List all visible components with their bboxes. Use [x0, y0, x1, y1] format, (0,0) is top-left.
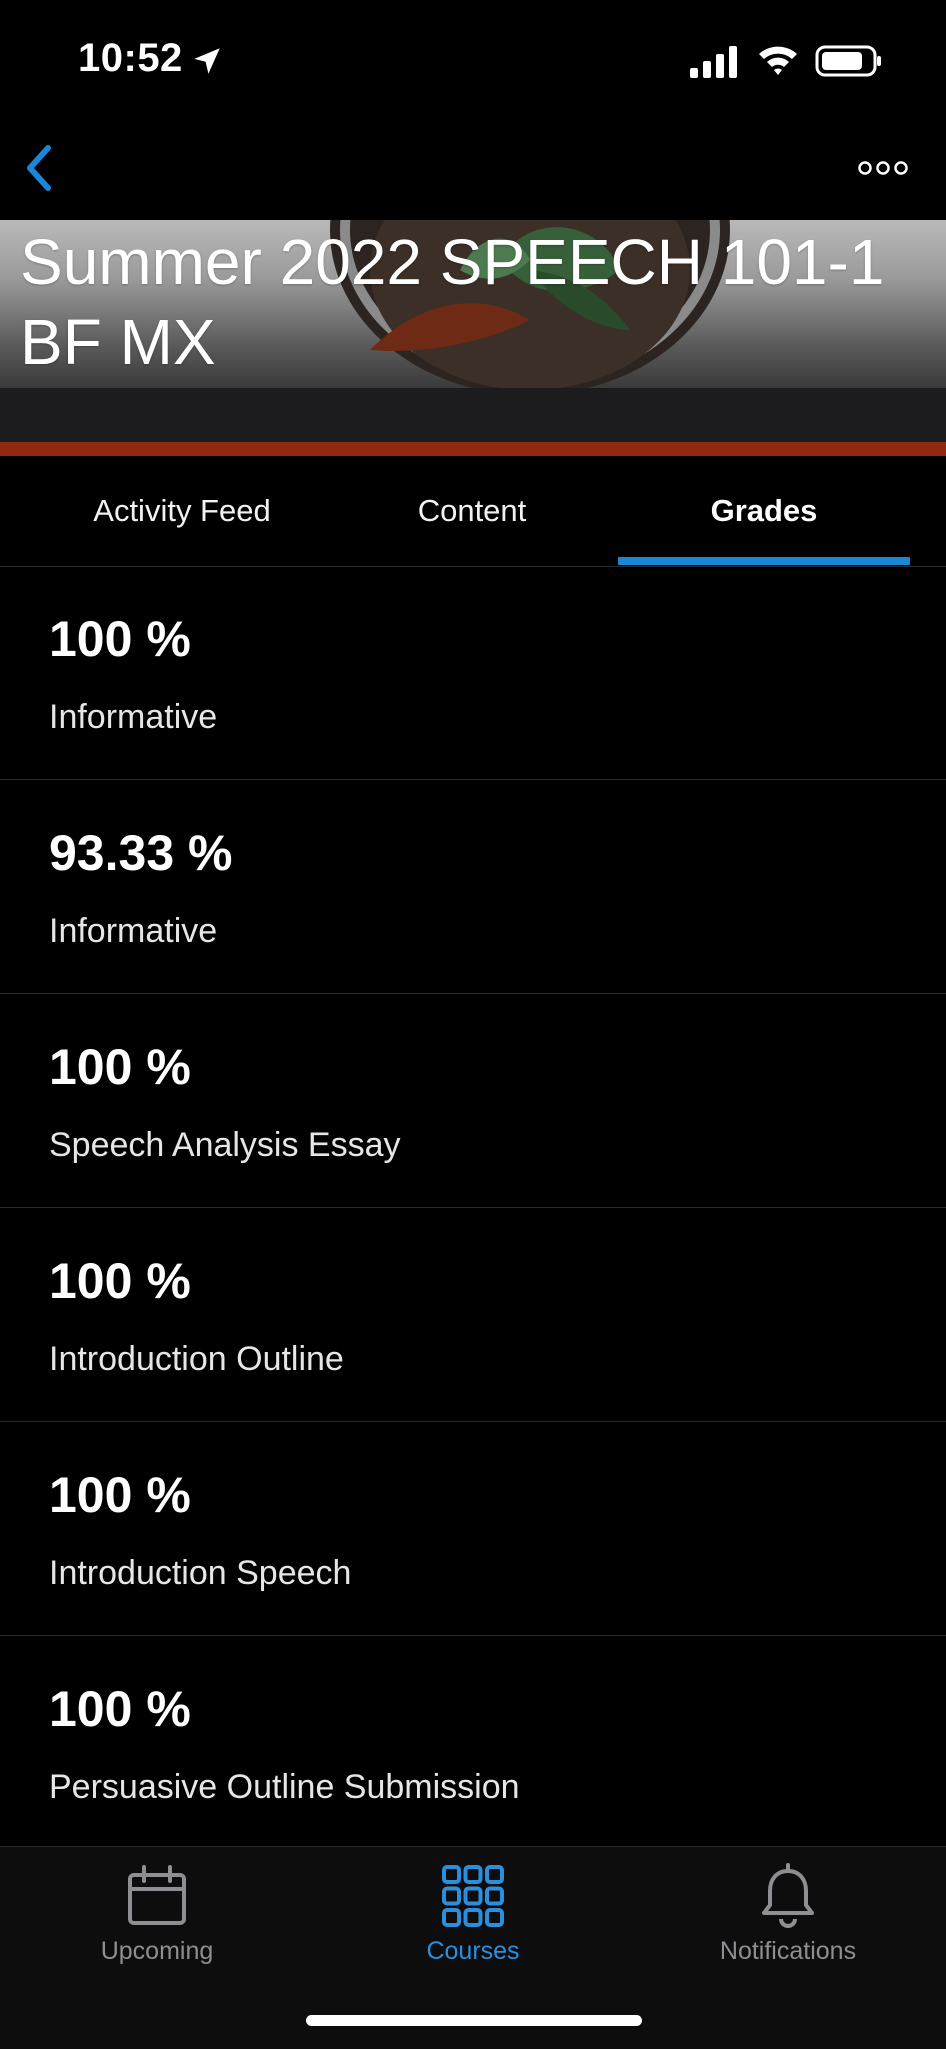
home-indicator[interactable] [306, 2015, 642, 2026]
grade-item-name: Informative [49, 912, 218, 950]
banner-footer [0, 388, 946, 442]
course-tabs: Activity Feed Content Grades [0, 456, 946, 567]
ellipsis-icon [858, 161, 908, 175]
grade-row[interactable]: 100 % Persuasive Outline Submission [0, 1636, 946, 1850]
grade-row[interactable]: 93.33 % Informative [0, 780, 946, 994]
grade-item-name: Introduction Speech [49, 1554, 352, 1592]
bottom-tab-label: Notifications [719, 1937, 857, 1965]
grade-score: 100 % [49, 1253, 191, 1309]
grade-score: 100 % [49, 611, 191, 667]
chevron-left-icon [27, 145, 51, 191]
grade-item-name: Introduction Outline [49, 1340, 344, 1378]
bottom-tab-upcoming[interactable]: Upcoming [47, 1863, 267, 1973]
active-tab-indicator [618, 557, 910, 565]
bottom-tab-label: Upcoming [100, 1937, 214, 1965]
course-title: Summer 2022 SPEECH 101-1 BF MX [20, 226, 885, 378]
grid-icon [442, 1865, 504, 1927]
status-time: 10:52 [78, 36, 183, 80]
status-bar: 10:52 [0, 0, 946, 120]
grade-row[interactable]: 100 % Informative [0, 566, 946, 780]
tab-activity-feed[interactable]: Activity Feed [34, 456, 330, 566]
grade-item-name: Persuasive Outline Submission [49, 1768, 520, 1806]
grade-row[interactable]: 100 % Speech Analysis Essay [0, 994, 946, 1208]
location-arrow-icon [194, 48, 220, 74]
grade-score: 100 % [49, 1039, 191, 1095]
grade-row[interactable]: 100 % Introduction Speech [0, 1422, 946, 1636]
wifi-icon [759, 46, 797, 75]
bottom-tab-courses[interactable]: Courses [363, 1863, 583, 1973]
bottom-tab-notifications[interactable]: Notifications [678, 1863, 898, 1973]
grades-list: 100 % Informative 93.33 % Informative 10… [0, 566, 946, 1850]
grade-item-name: Speech Analysis Essay [49, 1126, 401, 1164]
tab-grades[interactable]: Grades [618, 456, 910, 566]
grade-item-name: Informative [49, 698, 218, 736]
grade-score: 100 % [49, 1467, 191, 1523]
back-button[interactable] [14, 138, 64, 198]
bottom-tab-label: Courses [426, 1937, 520, 1965]
more-options-button[interactable] [850, 150, 916, 186]
calendar-icon [128, 1865, 186, 1925]
cellular-signal-icon [690, 46, 737, 78]
tab-content[interactable]: Content [326, 456, 618, 566]
grade-score: 93.33 % [49, 825, 233, 881]
grade-score: 100 % [49, 1681, 191, 1737]
bell-icon [762, 1863, 814, 1928]
grade-row[interactable]: 100 % Introduction Outline [0, 1208, 946, 1422]
battery-icon [815, 45, 881, 77]
course-accent-bar [0, 442, 946, 456]
